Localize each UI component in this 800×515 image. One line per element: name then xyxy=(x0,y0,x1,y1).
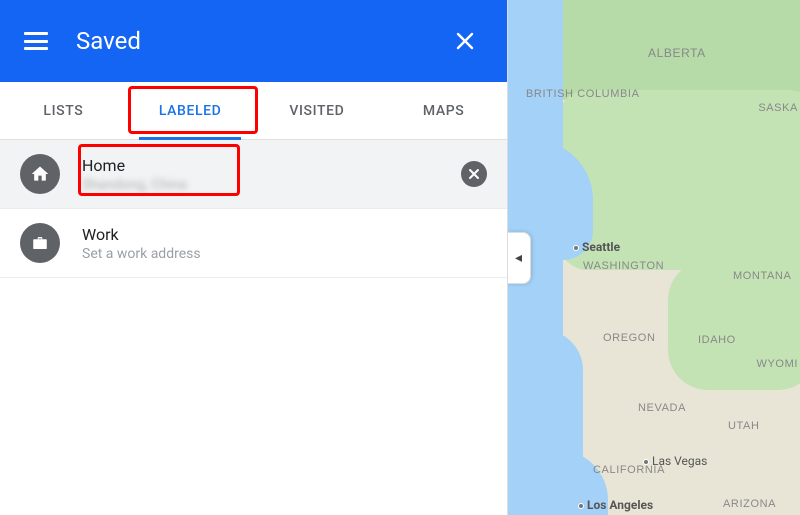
saved-panel: Saved LISTS LABELED VISITED MAPS Home Sh… xyxy=(0,0,508,515)
panel-header: Saved xyxy=(0,0,507,82)
labeled-item-label: Home xyxy=(82,156,461,175)
menu-icon[interactable] xyxy=(24,32,48,50)
labeled-list: Home Shandong, China Work Set a work add… xyxy=(0,140,507,515)
labeled-item-sub: Shandong, China xyxy=(82,177,461,193)
map-region-label: MONTANA xyxy=(733,270,791,282)
map-region-label: UTAH xyxy=(728,420,760,432)
map-region-label: ALBERTA xyxy=(648,46,706,60)
map-region-label: WYOMI xyxy=(757,358,799,370)
map-city-label[interactable]: Seattle xyxy=(573,240,620,254)
map-region-label: IDAHO xyxy=(698,334,736,346)
collapse-panel-button[interactable]: ◂ xyxy=(508,232,531,284)
labeled-item-home[interactable]: Home Shandong, China xyxy=(0,140,507,209)
map-region-label: ARIZONA xyxy=(723,498,776,510)
briefcase-icon xyxy=(20,223,60,263)
close-icon[interactable] xyxy=(447,23,483,59)
home-icon xyxy=(20,154,60,194)
labeled-item-text: Home Shandong, China xyxy=(82,156,461,193)
labeled-item-sub: Set a work address xyxy=(82,246,487,262)
map-region-label: SASKA xyxy=(758,102,798,114)
tab-labeled[interactable]: LABELED xyxy=(127,82,254,139)
map-region-label: WASHINGTON xyxy=(583,260,664,272)
app-root: Saved LISTS LABELED VISITED MAPS Home Sh… xyxy=(0,0,800,515)
tab-lists[interactable]: LISTS xyxy=(0,82,127,139)
chevron-left-icon: ◂ xyxy=(515,250,522,266)
tab-visited[interactable]: VISITED xyxy=(254,82,381,139)
labeled-item-work[interactable]: Work Set a work address xyxy=(0,209,507,278)
map-region-label: NEVADA xyxy=(638,402,686,414)
map-city-label[interactable]: Los Angeles xyxy=(578,498,653,512)
tabs-bar: LISTS LABELED VISITED MAPS xyxy=(0,82,507,140)
map-region-label: OREGON xyxy=(603,332,656,344)
map-canvas[interactable]: ALBERTA BRITISH COLUMBIA SASKA WASHINGTO… xyxy=(508,0,800,515)
map-city-label[interactable]: Las Vegas xyxy=(643,454,707,468)
labeled-item-text: Work Set a work address xyxy=(82,225,487,262)
labeled-item-label: Work xyxy=(82,225,487,244)
panel-title: Saved xyxy=(76,27,141,55)
tab-maps[interactable]: MAPS xyxy=(380,82,507,139)
map-region-label: BRITISH COLUMBIA xyxy=(526,88,606,100)
remove-label-icon[interactable] xyxy=(461,161,487,187)
